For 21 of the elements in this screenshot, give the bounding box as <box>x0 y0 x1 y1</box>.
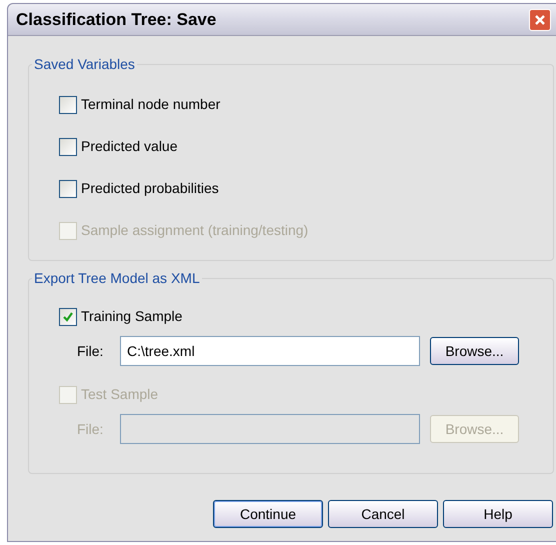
checkbox-label: Training Sample <box>81 307 182 326</box>
checkbox[interactable] <box>59 308 77 326</box>
checkmark-icon <box>62 310 74 322</box>
checkbox-label: Predicted value <box>81 137 178 156</box>
file-field[interactable]: C:\tree.xml <box>120 336 420 366</box>
checkbox-label: Terminal node number <box>81 95 220 114</box>
dialog-button[interactable]: Continue <box>213 500 323 528</box>
checkbox[interactable] <box>59 138 77 156</box>
close-button[interactable] <box>529 8 551 30</box>
checkbox-label: Sample assignment (training/testing) <box>81 221 308 240</box>
file-label: File: <box>77 342 104 360</box>
window-title: Classification Tree: Save <box>16 8 216 31</box>
file-label: File: <box>77 420 104 438</box>
checkbox[interactable] <box>59 96 77 114</box>
dialog-button[interactable]: Cancel <box>328 500 438 528</box>
checkbox-label: Test Sample <box>81 385 158 404</box>
checkbox[interactable] <box>59 180 77 198</box>
checkbox-label: Predicted probabilities <box>81 179 219 198</box>
dialog-button[interactable]: Browse... <box>430 337 519 365</box>
dialog-button[interactable]: Help <box>443 500 553 528</box>
close-icon <box>534 14 546 26</box>
